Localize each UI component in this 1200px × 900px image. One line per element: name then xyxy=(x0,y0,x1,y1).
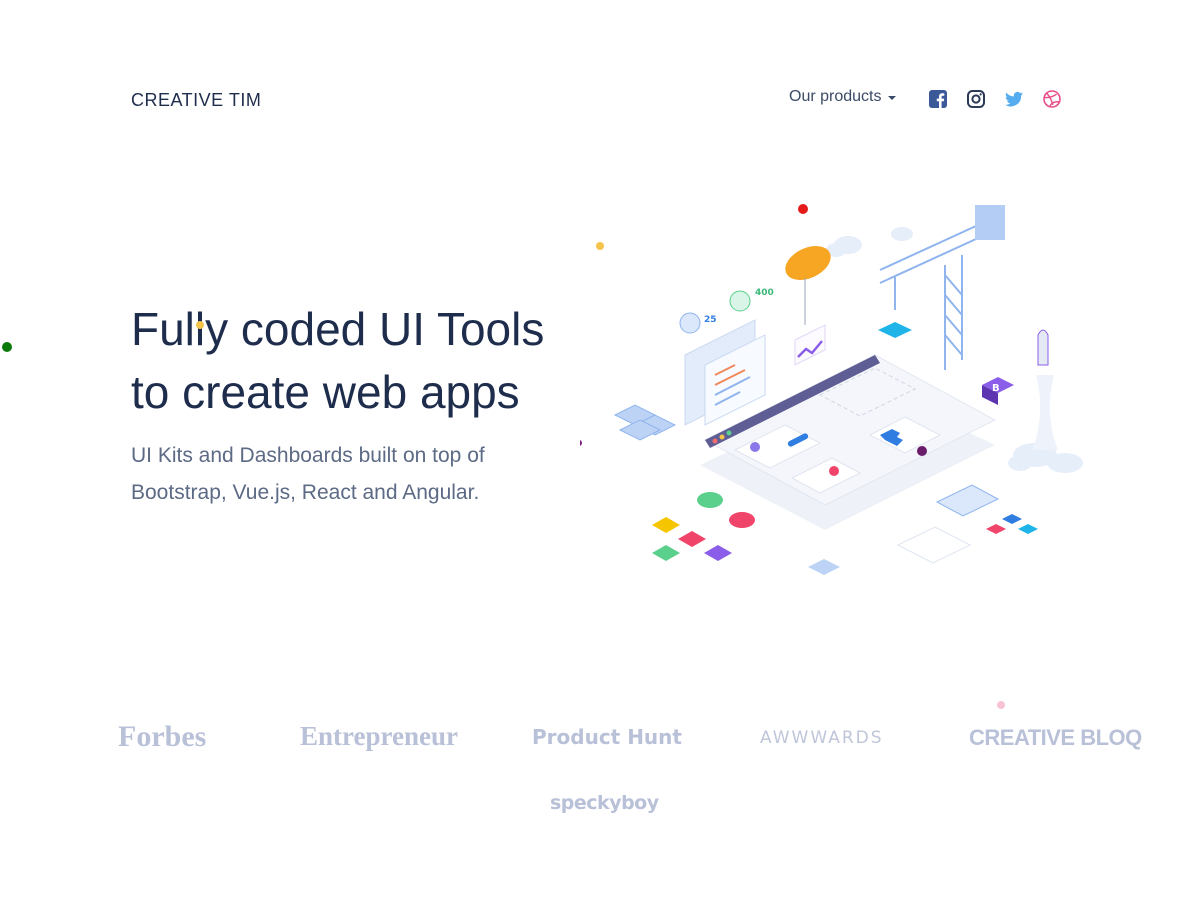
press-logo-forbes: Forbes xyxy=(118,720,207,753)
brand-logo[interactable]: CREATIVE TIM xyxy=(131,90,261,111)
instagram-icon[interactable] xyxy=(966,89,986,109)
yellow-dot xyxy=(596,242,604,250)
dribbble-icon[interactable] xyxy=(1042,89,1062,109)
press-logo-product-hunt: Product Hunt xyxy=(532,725,682,749)
hero-subtitle-line-2: Bootstrap, Vue.js, React and Angular. xyxy=(131,481,480,504)
purple-dot xyxy=(580,440,582,446)
hero-title-line-1: Fully coded UI Tools xyxy=(131,303,545,355)
timer-block xyxy=(878,322,912,338)
image-card xyxy=(935,484,1000,517)
cube-stack xyxy=(613,404,677,441)
twitter-icon[interactable] xyxy=(1004,89,1024,109)
press-logo-entrepreneur: Entrepreneur xyxy=(300,721,458,751)
pink-dot xyxy=(997,701,1005,709)
document-card xyxy=(896,526,972,564)
counter-25-label: 25 xyxy=(704,315,717,325)
red-dot xyxy=(798,204,808,214)
press-logo-creative-bloq: CREATIVE BLOQ xyxy=(969,725,1142,750)
hero-subtitle: UI Kits and Dashboards built on top of B… xyxy=(131,437,551,511)
our-products-dropdown[interactable]: Our products xyxy=(789,88,897,106)
press-logo-awwwards: AWWWARDS xyxy=(760,728,884,748)
yellow-dot xyxy=(196,321,204,329)
counter-400-label: 400 xyxy=(755,288,774,298)
our-products-label: Our products xyxy=(789,88,882,105)
green-dot xyxy=(2,342,12,352)
top-nav: Our products xyxy=(789,88,897,106)
cloud-icon xyxy=(826,227,913,257)
small-tiles xyxy=(986,514,1038,534)
bootstrap-b-label: B xyxy=(992,383,1000,394)
hero-subtitle-line-1: UI Kits and Dashboards built on top of xyxy=(131,444,485,467)
hero-illustration: 25 400 B xyxy=(580,204,1083,575)
facebook-icon[interactable] xyxy=(928,89,948,109)
hero-title: Fully coded UI Tools to create web apps xyxy=(131,298,601,424)
press-logo-speckyboy: speckyboy xyxy=(550,792,659,814)
rocket-icon xyxy=(1037,329,1049,366)
hero-title-line-2: to create web apps xyxy=(131,366,520,418)
caret-down-icon xyxy=(888,96,897,100)
